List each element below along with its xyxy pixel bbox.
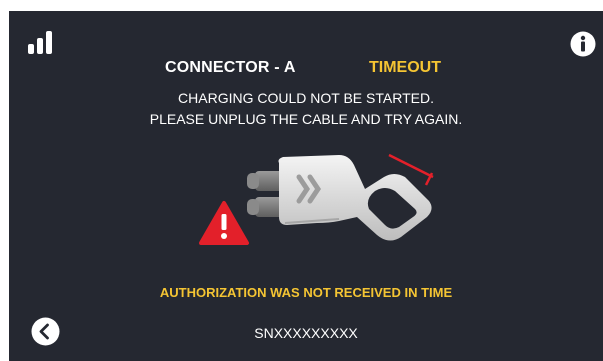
signal-strength-icon [28, 31, 52, 54]
serial-number: SNXXXXXXXXX [254, 325, 358, 341]
warning-icon [199, 201, 249, 245]
error-detail: AUTHORIZATION WAS NOT RECEIVED IN TIME [159, 285, 453, 300]
connector-label: CONNECTOR - A [165, 59, 296, 76]
message-line-1: CHARGING COULD NOT BE STARTED. [178, 90, 434, 106]
ev-connector-plug-icon [247, 155, 432, 241]
unplug-illustration [199, 153, 434, 245]
info-icon[interactable] [570, 31, 596, 57]
status-label: TIMEOUT [369, 59, 441, 76]
message-line-2: PLEASE UNPLUG THE CABLE AND TRY AGAIN. [149, 111, 463, 127]
title-row: CONNECTOR - A TIMEOUT [9, 59, 603, 81]
charger-screen: CONNECTOR - A TIMEOUT CHARGING COULD NOT… [9, 11, 603, 361]
